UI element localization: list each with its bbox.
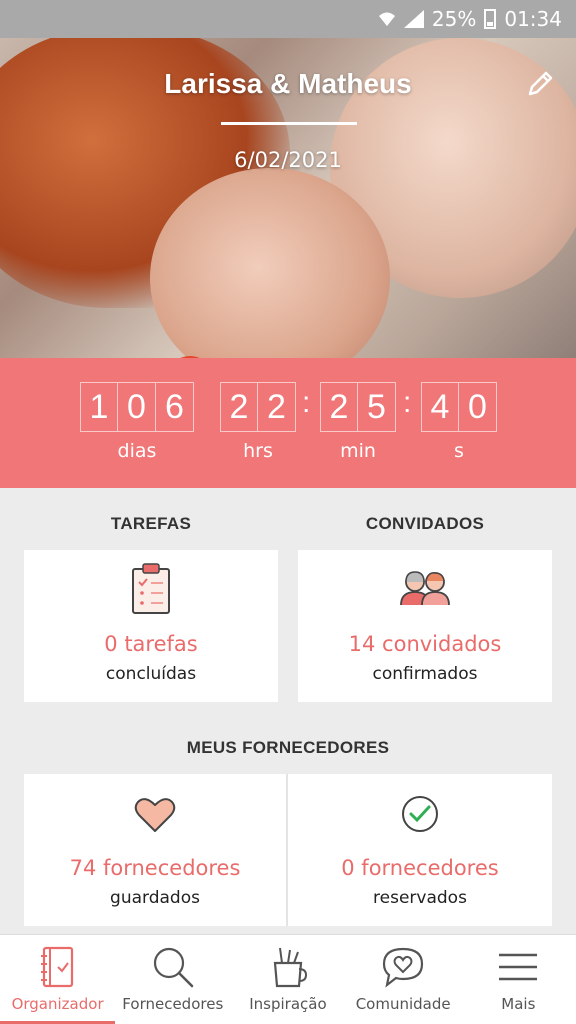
- countdown-digit: 2: [258, 382, 296, 432]
- booked-vendors-count: 0 fornecedores: [341, 856, 499, 880]
- countdown-label-minutes: min: [340, 440, 376, 462]
- countdown-label-seconds: s: [454, 440, 464, 462]
- guests-sub: confirmados: [372, 664, 478, 684]
- clipboard-checklist-icon: [130, 562, 172, 620]
- nav-item-inspiracao[interactable]: Inspiração: [230, 935, 345, 1024]
- guests-count: 14 convidados: [348, 632, 502, 656]
- countdown-label-hours: hrs: [243, 440, 273, 462]
- countdown-digit: 6: [156, 382, 194, 432]
- countdown-digit: 2: [220, 382, 258, 432]
- saved-vendors-sub: guardados: [110, 888, 200, 908]
- battery-icon: [484, 9, 497, 29]
- supplies-icon: [273, 947, 307, 988]
- nav-label: Fornecedores: [122, 995, 224, 1013]
- countdown-separator: :: [302, 386, 311, 419]
- couple-photo: Larissa & Matheus 6/02/2021: [0, 38, 576, 358]
- menu-icon: [499, 953, 538, 981]
- status-bar: 25% 01:34: [0, 0, 576, 38]
- notebook-icon: [40, 946, 73, 988]
- countdown-label-days: dias: [117, 440, 157, 462]
- couple-name: Larissa & Matheus: [164, 68, 412, 99]
- bottom-nav: Organizador Fornecedores Inspiração Comu…: [0, 934, 576, 1024]
- nav-label: Organizador: [11, 995, 104, 1013]
- nav-item-organizador[interactable]: Organizador: [0, 935, 116, 1024]
- countdown-minutes: 2 5: [320, 382, 396, 432]
- check-circle-icon: [400, 794, 440, 838]
- nav-item-mais[interactable]: Mais: [461, 935, 576, 1024]
- nav-label: Mais: [501, 995, 536, 1013]
- countdown-digit: 1: [80, 382, 118, 432]
- countdown: 1 0 6 2 2 : 2 5 : 4 0 dias hrs min s: [0, 358, 576, 488]
- countdown-days: 1 0 6: [80, 382, 194, 432]
- vendors-card: 74 fornecedores guardados 0 fornecedores…: [24, 774, 552, 926]
- countdown-digit: 0: [118, 382, 156, 432]
- clock: 01:34: [504, 7, 562, 31]
- couple-guests-icon: [398, 570, 452, 610]
- booked-vendors[interactable]: 0 fornecedores reservados: [288, 774, 552, 926]
- edit-pencil-icon[interactable]: [524, 68, 556, 100]
- countdown-hours: 2 2: [220, 382, 296, 432]
- saved-vendors-count: 74 fornecedores: [69, 856, 241, 880]
- countdown-digit: 5: [358, 382, 396, 432]
- countdown-digit: 0: [459, 382, 497, 432]
- guests-card[interactable]: 14 convidados confirmados: [298, 550, 552, 702]
- search-icon: [153, 947, 194, 988]
- countdown-digit: 4: [421, 382, 459, 432]
- battery-level: 25%: [431, 7, 477, 31]
- saved-vendors[interactable]: 74 fornecedores guardados: [24, 774, 286, 926]
- vendors-title: MEUS FORNECEDORES: [186, 738, 390, 757]
- nav-label: Comunidade: [355, 995, 451, 1013]
- title-underline: [221, 122, 357, 125]
- chat-heart-icon: [383, 947, 424, 988]
- tasks-sub: concluídas: [105, 664, 197, 684]
- nav-label: Inspiração: [249, 995, 327, 1013]
- countdown-seconds: 4 0: [421, 382, 497, 432]
- wedding-date: 6/02/2021: [234, 148, 342, 172]
- tasks-title: TAREFAS: [110, 514, 192, 533]
- wifi-icon: [378, 10, 396, 28]
- guests-title: CONVIDADOS: [365, 514, 485, 533]
- nav-item-comunidade[interactable]: Comunidade: [346, 935, 461, 1024]
- heart-icon: [134, 796, 176, 838]
- tasks-count: 0 tarefas: [104, 632, 198, 656]
- countdown-digit: 2: [320, 382, 358, 432]
- countdown-separator: :: [403, 386, 412, 419]
- booked-vendors-sub: reservados: [373, 888, 467, 908]
- nav-item-fornecedores[interactable]: Fornecedores: [115, 935, 230, 1024]
- signal-icon: [403, 10, 424, 28]
- tasks-card[interactable]: 0 tarefas concluídas: [24, 550, 278, 702]
